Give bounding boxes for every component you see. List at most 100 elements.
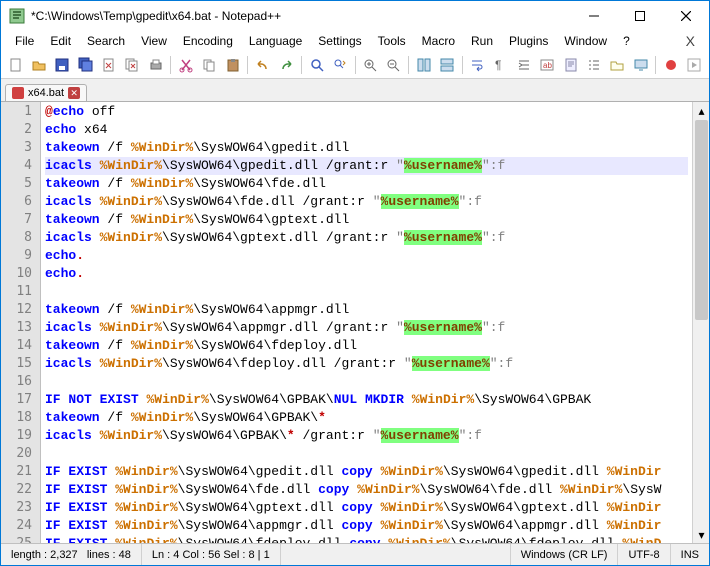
scroll-thumb[interactable] <box>695 120 708 320</box>
code-line[interactable]: echo x64 <box>45 121 688 139</box>
sync-v-button[interactable] <box>413 54 434 76</box>
copy-button[interactable] <box>199 54 220 76</box>
toolbar-separator <box>408 56 409 74</box>
code-line[interactable]: takeown /f %WinDir%\SysWOW64\fdeploy.dll <box>45 337 688 355</box>
code-line[interactable]: takeown /f %WinDir%\SysWOW64\GPBAK\* <box>45 409 688 427</box>
wrap-button[interactable] <box>467 54 488 76</box>
code-line[interactable]: takeown /f %WinDir%\SysWOW64\fde.dll <box>45 175 688 193</box>
save-button[interactable] <box>52 54 73 76</box>
tabbar: x64.bat ✕ <box>1 79 709 101</box>
code-line[interactable]: echo. <box>45 265 688 283</box>
code-line[interactable]: icacls %WinDir%\SysWOW64\fde.dll /grant:… <box>45 193 688 211</box>
menu-close-x[interactable]: X <box>678 31 703 51</box>
menu-file[interactable]: File <box>7 32 42 50</box>
line-number: 17 <box>1 391 32 409</box>
menu-help[interactable]: ? <box>615 32 638 50</box>
scroll-down-icon[interactable]: ▾ <box>693 526 709 543</box>
menu-language[interactable]: Language <box>241 32 310 50</box>
paste-button[interactable] <box>222 54 243 76</box>
code-line[interactable]: IF EXIST %WinDir%\SysWOW64\gpedit.dll co… <box>45 463 688 481</box>
line-number: 25 <box>1 535 32 543</box>
replace-button[interactable] <box>329 54 350 76</box>
line-number: 4 <box>1 157 32 175</box>
code-line[interactable]: @echo off <box>45 103 688 121</box>
menu-window[interactable]: Window <box>556 32 615 50</box>
line-number: 9 <box>1 247 32 265</box>
lang-button[interactable]: ab <box>537 54 558 76</box>
scroll-up-icon[interactable]: ▴ <box>693 102 709 119</box>
redo-button[interactable] <box>276 54 297 76</box>
status-pos: Ln : 4 Col : 56 Sel : 8 | 1 <box>142 544 281 565</box>
tab-x64[interactable]: x64.bat ✕ <box>5 84 87 101</box>
tab-label: x64.bat <box>28 87 64 99</box>
code-line[interactable]: icacls %WinDir%\SysWOW64\appmgr.dll /gra… <box>45 319 688 337</box>
code-line[interactable]: takeown /f %WinDir%\SysWOW64\gptext.dll <box>45 211 688 229</box>
doc-map-button[interactable] <box>560 54 581 76</box>
code-line[interactable] <box>45 283 688 301</box>
status-eol[interactable]: Windows (CR LF) <box>511 544 619 565</box>
line-number: 2 <box>1 121 32 139</box>
code-line[interactable]: IF NOT EXIST %WinDir%\SysWOW64\GPBAK\NUL… <box>45 391 688 409</box>
find-button[interactable] <box>306 54 327 76</box>
code-line[interactable]: echo. <box>45 247 688 265</box>
menu-settings[interactable]: Settings <box>310 32 369 50</box>
new-button[interactable] <box>5 54 26 76</box>
menu-view[interactable]: View <box>133 32 175 50</box>
line-number: 16 <box>1 373 32 391</box>
code-line[interactable]: IF EXIST %WinDir%\SysWOW64\appmgr.dll co… <box>45 517 688 535</box>
code-line[interactable]: icacls %WinDir%\SysWOW64\gpedit.dll /gra… <box>45 157 688 175</box>
monitor-button[interactable] <box>630 54 651 76</box>
open-button[interactable] <box>28 54 49 76</box>
undo-button[interactable] <box>252 54 273 76</box>
code-line[interactable]: IF EXIST %WinDir%\SysWOW64\fde.dll copy … <box>45 481 688 499</box>
maximize-button[interactable] <box>617 1 663 31</box>
line-number: 8 <box>1 229 32 247</box>
print-button[interactable] <box>145 54 166 76</box>
code-line[interactable] <box>45 373 688 391</box>
line-number: 23 <box>1 499 32 517</box>
code-line[interactable]: takeown /f %WinDir%\SysWOW64\appmgr.dll <box>45 301 688 319</box>
indent-button[interactable] <box>513 54 534 76</box>
close-button[interactable] <box>663 1 709 31</box>
code-line[interactable]: icacls %WinDir%\SysWOW64\GPBAK\* /grant:… <box>45 427 688 445</box>
minimize-button[interactable] <box>571 1 617 31</box>
line-number: 20 <box>1 445 32 463</box>
record-button[interactable] <box>660 54 681 76</box>
folder-button[interactable] <box>607 54 628 76</box>
code-line[interactable]: IF EXIST %WinDir%\SysWOW64\gptext.dll co… <box>45 499 688 517</box>
vertical-scrollbar[interactable]: ▴ ▾ <box>692 102 709 543</box>
zoom-in-button[interactable] <box>359 54 380 76</box>
line-number: 13 <box>1 319 32 337</box>
code-line[interactable]: icacls %WinDir%\SysWOW64\fdeploy.dll /gr… <box>45 355 688 373</box>
sync-h-button[interactable] <box>436 54 457 76</box>
status-ins[interactable]: INS <box>671 544 709 565</box>
toolbar-separator <box>247 56 248 74</box>
zoom-out-button[interactable] <box>383 54 404 76</box>
all-chars-button[interactable]: ¶ <box>490 54 511 76</box>
code-line[interactable]: takeown /f %WinDir%\SysWOW64\gpedit.dll <box>45 139 688 157</box>
menu-edit[interactable]: Edit <box>42 32 79 50</box>
play-button[interactable] <box>684 54 705 76</box>
line-number: 19 <box>1 427 32 445</box>
menu-encoding[interactable]: Encoding <box>175 32 241 50</box>
tab-close-icon[interactable]: ✕ <box>68 87 80 99</box>
close-all-button[interactable] <box>122 54 143 76</box>
code-line[interactable]: icacls %WinDir%\SysWOW64\gptext.dll /gra… <box>45 229 688 247</box>
status-encoding[interactable]: UTF-8 <box>618 544 670 565</box>
menu-tools[interactable]: Tools <box>370 32 414 50</box>
menu-run[interactable]: Run <box>463 32 501 50</box>
code-area[interactable]: @echo offecho x64takeown /f %WinDir%\Sys… <box>41 102 692 543</box>
save-all-button[interactable] <box>75 54 96 76</box>
svg-text:ab: ab <box>543 61 552 70</box>
menu-search[interactable]: Search <box>79 32 133 50</box>
menu-plugins[interactable]: Plugins <box>501 32 556 50</box>
code-line[interactable] <box>45 445 688 463</box>
code-line[interactable]: IF EXIST %WinDir%\SysWOW64\fdeploy.dll c… <box>45 535 688 543</box>
line-number: 12 <box>1 301 32 319</box>
cut-button[interactable] <box>175 54 196 76</box>
editor: 1234567891011121314151617181920212223242… <box>1 101 709 543</box>
func-list-button[interactable] <box>583 54 604 76</box>
menu-macro[interactable]: Macro <box>414 32 463 50</box>
titlebar[interactable]: *C:\Windows\Temp\gpedit\x64.bat - Notepa… <box>1 1 709 31</box>
close-button[interactable] <box>98 54 119 76</box>
